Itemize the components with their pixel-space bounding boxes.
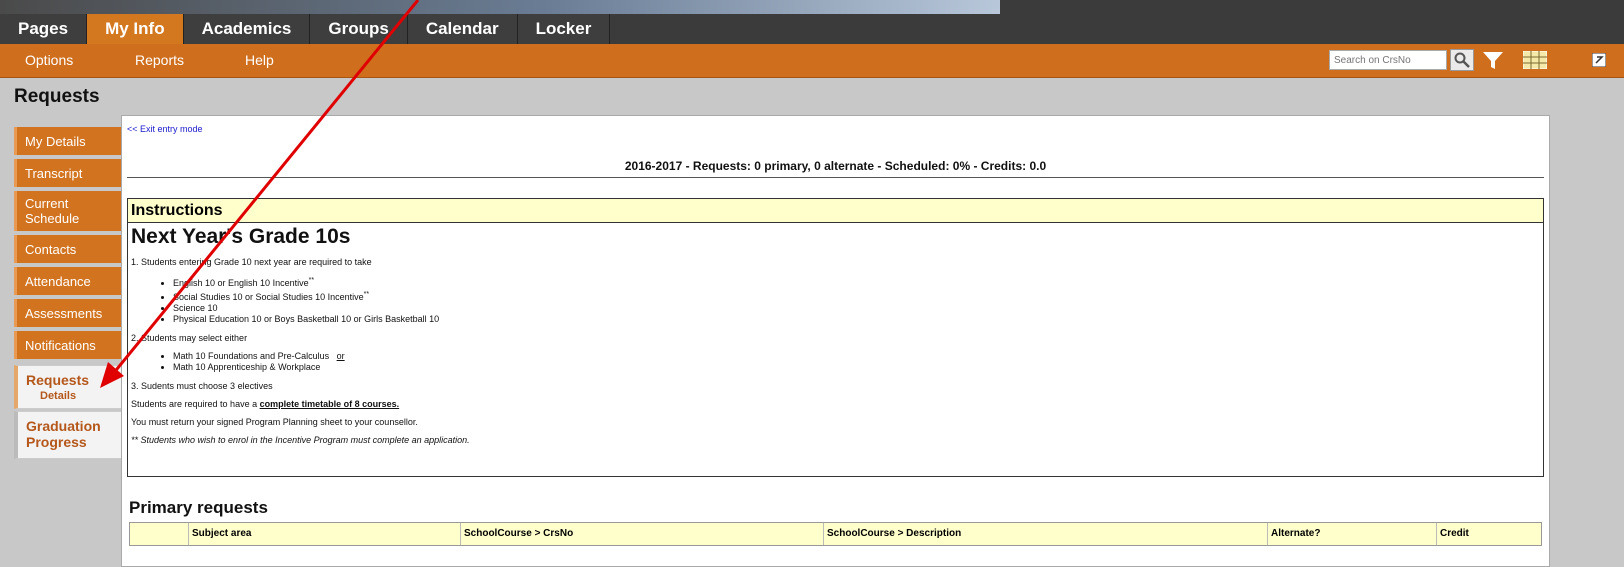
sidenav-requests-details[interactable]: Details	[40, 390, 121, 402]
list-item: Science 10	[173, 303, 1543, 314]
instructions-header: Instructions	[128, 199, 1543, 223]
expand-icon	[1592, 53, 1606, 67]
list-item: Math 10 Apprenticeship & Workplace	[173, 362, 1543, 373]
instruction-point-1: 1. Students entering Grade 10 next year …	[131, 257, 372, 267]
instructions-panel: Instructions Next Year's Grade 10s 1. St…	[127, 198, 1544, 477]
search-icon	[1454, 52, 1470, 68]
sidenav-current-schedule[interactable]: Current Schedule	[14, 191, 122, 231]
grid-view-button[interactable]	[1520, 49, 1550, 71]
filter-button[interactable]	[1480, 49, 1506, 71]
sidenav-contacts[interactable]: Contacts	[14, 235, 122, 263]
requests-summary: 2016-2017 - Requests: 0 primary, 0 alter…	[624, 159, 1047, 173]
exit-entry-mode-link[interactable]: << Exit entry mode	[127, 124, 203, 134]
list-item: English 10 or English 10 Incentive**	[173, 275, 1543, 289]
menu-help[interactable]: Help	[245, 44, 274, 77]
summary-divider	[127, 177, 1544, 178]
instruction-return-sheet: You must return your signed Program Plan…	[131, 417, 418, 427]
column-header-alternate[interactable]: Alternate?	[1267, 523, 1436, 545]
column-header-subject-area[interactable]: Subject area	[188, 523, 460, 545]
instructions-body: Next Year's Grade 10s 1. Students enteri…	[128, 225, 1543, 445]
main-content: << Exit entry mode 2016-2017 - Requests:…	[121, 115, 1550, 567]
sidenav-my-details[interactable]: My Details	[14, 127, 122, 155]
required-courses-list: English 10 or English 10 Incentive** Soc…	[131, 275, 1543, 325]
primary-requests-table-header: Subject area SchoolCourse > CrsNo School…	[129, 522, 1542, 546]
column-header-credit[interactable]: Credit	[1436, 523, 1540, 545]
instruction-incentive-note: ** Students who wish to enrol in the Inc…	[131, 435, 470, 445]
sidenav-graduation-group: Graduation Progress	[14, 411, 122, 459]
sidenav-attendance[interactable]: Attendance	[14, 267, 122, 295]
column-header-select	[130, 523, 189, 545]
page-title: Requests	[14, 86, 100, 107]
tab-calendar[interactable]: Calendar	[407, 14, 518, 44]
sidenav-transcript[interactable]: Transcript	[14, 159, 122, 187]
tab-my-info[interactable]: My Info	[87, 14, 184, 44]
tab-pages[interactable]: Pages	[0, 14, 88, 44]
menu-options[interactable]: Options	[25, 44, 73, 77]
instruction-point-2: 2. Students may select either	[131, 333, 248, 343]
list-item: Physical Education 10 or Boys Basketball…	[173, 314, 1543, 325]
list-item: Social Studies 10 or Social Studies 10 I…	[173, 289, 1543, 303]
tab-groups[interactable]: Groups	[310, 14, 408, 44]
side-nav: My Details Transcript Current Schedule C…	[14, 127, 122, 459]
sidenav-notifications[interactable]: Notifications	[14, 331, 122, 359]
instruction-point-3: 3. Sudents must choose 3 electives	[131, 381, 273, 391]
top-banner-strip	[0, 0, 1000, 14]
sidenav-assessments[interactable]: Assessments	[14, 299, 122, 327]
expand-button[interactable]	[1588, 49, 1610, 71]
sidenav-graduation-progress[interactable]: Graduation Progress	[26, 418, 121, 450]
instruction-timetable: Students are required to have a complete…	[131, 399, 400, 409]
list-item: Math 10 Foundations and Pre-Calculus or	[173, 351, 1543, 362]
sub-menu-bar: Options Reports Help	[0, 44, 1624, 78]
search-input[interactable]	[1329, 50, 1447, 70]
column-header-description[interactable]: SchoolCourse > Description	[823, 523, 1269, 545]
filter-icon	[1483, 52, 1503, 69]
top-nav-bar: Pages My Info Academics Groups Calendar …	[0, 0, 1624, 44]
menu-reports[interactable]: Reports	[135, 44, 184, 77]
grid-icon	[1523, 51, 1547, 69]
top-tabs: Pages My Info Academics Groups Calendar …	[0, 14, 611, 44]
column-header-crsno[interactable]: SchoolCourse > CrsNo	[460, 523, 824, 545]
tab-locker[interactable]: Locker	[517, 14, 611, 44]
search-button[interactable]	[1450, 49, 1474, 71]
tab-academics[interactable]: Academics	[183, 14, 311, 44]
sidenav-requests[interactable]: Requests	[26, 372, 121, 388]
primary-requests-title: Primary requests	[129, 498, 268, 517]
math-options-list: Math 10 Foundations and Pre-Calculus or …	[131, 351, 1543, 373]
sidenav-requests-group: Requests Details	[14, 365, 122, 409]
instructions-heading: Next Year's Grade 10s	[131, 225, 351, 248]
